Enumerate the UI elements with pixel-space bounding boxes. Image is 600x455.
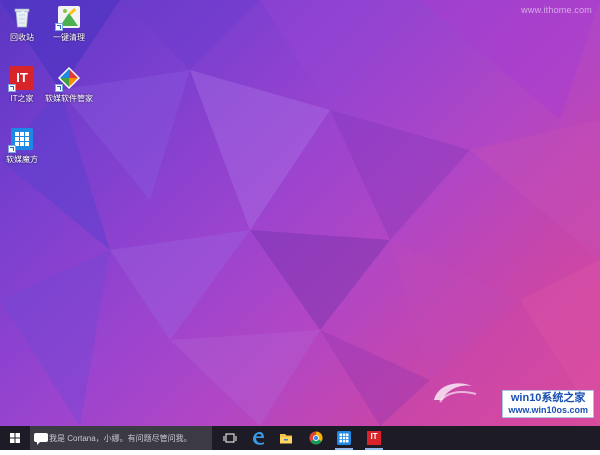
stamp-box: win10系统之家 www.win10os.com [502, 390, 594, 418]
shortcut-arrow-icon [8, 145, 16, 153]
desktop-icon-label: 软媒软件管家 [45, 94, 93, 103]
software-manager-icon [55, 66, 81, 92]
desktop-icon-cleanup[interactable]: 一键清理 [42, 5, 96, 43]
taskbar: 我是 Cortana，小娜。有问题尽管问我。 IT [0, 426, 600, 450]
edge-button[interactable] [244, 426, 272, 450]
shortcut-arrow-icon [55, 23, 63, 31]
chrome-button[interactable] [302, 426, 330, 450]
shortcut-arrow-icon [55, 84, 63, 92]
recycle-bin-icon [10, 5, 34, 29]
chrome-icon [309, 431, 323, 445]
ithome-taskbar-button[interactable]: IT [360, 426, 388, 450]
file-explorer-icon [280, 434, 292, 444]
desktop-icon-software-manager[interactable]: 软媒软件管家 [42, 66, 96, 104]
desktop-icon-label: 一键清理 [53, 33, 85, 42]
task-view-button[interactable] [216, 426, 244, 450]
edge-icon [253, 432, 264, 445]
win10-site-stamp: win10系统之家 www.win10os.com [424, 376, 600, 418]
stamp-title: win10系统之家 [510, 392, 586, 404]
desktop-background: www.ithome.com 回收站 一键清理 IT IT之家 软媒软件管家 软… [0, 0, 600, 426]
start-button[interactable] [0, 426, 30, 450]
task-view-icon [223, 433, 237, 443]
wallpaper-facets [0, 0, 600, 426]
rubik-cube-icon [337, 431, 351, 445]
desktop-icon-rubik-cube[interactable]: 软媒魔方 [0, 127, 49, 165]
desktop-icon-label: 软媒魔方 [6, 155, 38, 164]
windows-logo-icon [10, 433, 20, 443]
file-explorer-button[interactable] [272, 426, 300, 450]
cortana-search-box[interactable]: 我是 Cortana，小娜。有问题尽管问我。 [30, 426, 212, 450]
shortcut-arrow-icon [8, 84, 16, 92]
rubik-cube-button[interactable] [330, 426, 358, 450]
cleanup-icon [55, 5, 81, 31]
cortana-chat-icon [34, 433, 48, 445]
rubik-cube-icon [8, 127, 34, 153]
ithome-watermark: www.ithome.com [521, 5, 592, 15]
ithome-logo-text: IT [370, 432, 378, 441]
ithome-app-icon: IT [8, 66, 34, 92]
stamp-url: www.win10os.com [508, 405, 588, 415]
site-logo-icon [434, 383, 477, 403]
search-placeholder: 我是 Cortana，小娜。有问题尽管问我。 [49, 434, 192, 443]
